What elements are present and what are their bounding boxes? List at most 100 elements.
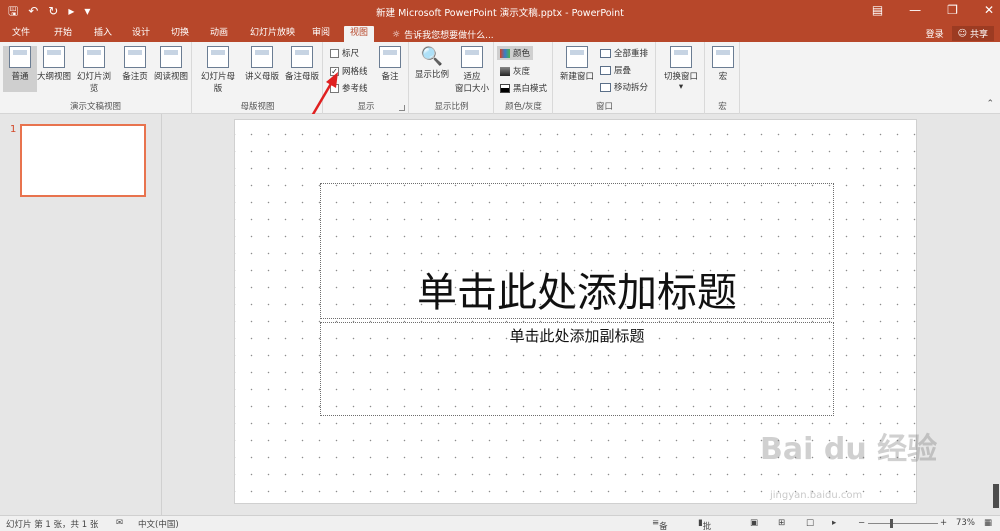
subtitle-placeholder[interactable]: 单击此处添加副标题 bbox=[320, 322, 834, 416]
normal-view-icon bbox=[9, 46, 31, 68]
checkbox-box bbox=[330, 48, 339, 58]
ruler-checkbox[interactable]: 标尺 bbox=[330, 47, 359, 59]
tab-slideshow[interactable]: 幻灯片放映 bbox=[244, 26, 301, 42]
bw-swatch-icon bbox=[500, 83, 510, 93]
zoom-level[interactable]: 73% bbox=[956, 518, 975, 528]
title-bar: 🖫 ↶ ↻ ▸ ▾ 新建 Microsoft PowerPoint 演示文稿.p… bbox=[0, 0, 1000, 24]
slide-master-button[interactable]: 幻灯片母版 bbox=[197, 46, 239, 94]
cascade-icon bbox=[600, 65, 611, 75]
group-label: 宏 bbox=[718, 102, 727, 112]
group-macros: 宏 宏 bbox=[706, 42, 740, 114]
share-button[interactable]: ☺ 共享 bbox=[951, 26, 994, 41]
comments-toggle[interactable]: ▮ 批注 bbox=[698, 518, 711, 531]
tab-home[interactable]: 开始 bbox=[48, 26, 78, 42]
login-link[interactable]: 登录 bbox=[926, 27, 944, 40]
slideshow-status-icon[interactable]: ▸ bbox=[832, 518, 836, 528]
normal-view-button[interactable]: 普通 bbox=[3, 46, 37, 92]
slide-thumbnail[interactable] bbox=[20, 124, 146, 197]
reading-view-button[interactable]: 阅读视图 bbox=[152, 46, 190, 82]
slide-sorter-status-icon[interactable]: ⊞ bbox=[778, 518, 785, 528]
tab-animations[interactable]: 动画 bbox=[204, 26, 234, 42]
tab-design[interactable]: 设计 bbox=[126, 26, 156, 42]
reading-view-status-icon[interactable]: □ bbox=[806, 518, 814, 528]
annotation-arrow-icon bbox=[310, 72, 338, 117]
zoom-slider[interactable] bbox=[868, 523, 938, 524]
share-label: 共享 bbox=[969, 30, 988, 40]
ribbon-tabs: 文件 开始 插入 设计 切换 动画 幻灯片放映 审阅 视图 ☼ 告诉我您想要做什… bbox=[0, 24, 1000, 42]
scrollbar-thumb[interactable] bbox=[993, 484, 999, 508]
window-title: 新建 Microsoft PowerPoint 演示文稿.pptx - Powe… bbox=[376, 8, 624, 19]
notes-icon bbox=[379, 46, 401, 68]
move-split-button[interactable]: 移动拆分 bbox=[600, 81, 648, 93]
tell-me-box[interactable]: ☼ 告诉我您想要做什么... bbox=[392, 28, 494, 42]
slide-master-icon bbox=[207, 46, 229, 68]
normal-view-status-icon[interactable]: ▣ bbox=[750, 518, 758, 528]
notes-page-button[interactable]: 备注页 bbox=[118, 46, 152, 82]
grayscale-button[interactable]: 灰度 bbox=[500, 65, 530, 77]
zoom-out-icon[interactable]: − bbox=[858, 518, 865, 528]
group-zoom: 🔍 显示比例 适应 窗口大小 显示比例 bbox=[410, 42, 494, 114]
restore-icon[interactable]: ❐ bbox=[947, 3, 958, 17]
color-swatch-icon bbox=[500, 48, 510, 58]
title-placeholder[interactable]: 单击此处添加标题 bbox=[320, 183, 834, 319]
group-label: 显示比例 bbox=[434, 102, 469, 112]
notes-toggle[interactable]: ≡ 备注 bbox=[652, 518, 668, 531]
minimize-icon[interactable]: — bbox=[909, 3, 921, 17]
tab-transitions[interactable]: 切换 bbox=[165, 26, 195, 42]
baidu-watermark-url: jingyan.baidu.com bbox=[770, 490, 863, 501]
zoom-slider-handle[interactable] bbox=[890, 519, 893, 528]
grayscale-swatch-icon bbox=[500, 66, 510, 76]
switch-windows-icon bbox=[670, 46, 692, 68]
notes-page-icon bbox=[124, 46, 146, 68]
zoom-button[interactable]: 🔍 显示比例 bbox=[413, 46, 451, 80]
macros-button[interactable]: 宏 bbox=[707, 46, 739, 82]
ribbon-display-icon[interactable]: ▤ bbox=[872, 3, 883, 17]
fit-slide-icon[interactable]: ▦ bbox=[984, 518, 992, 528]
reading-view-icon bbox=[160, 46, 182, 68]
tab-review[interactable]: 审阅 bbox=[306, 26, 336, 42]
collapse-ribbon-icon[interactable]: ⌃ bbox=[986, 99, 994, 109]
new-window-button[interactable]: 新建窗口 bbox=[557, 46, 597, 82]
vertical-scrollbar[interactable] bbox=[992, 114, 1000, 515]
slide-sorter-icon bbox=[83, 46, 105, 68]
tab-file[interactable]: 文件 bbox=[6, 26, 36, 42]
account-area: 登录 ☺ 共享 bbox=[926, 26, 994, 41]
group-switch-windows: 切换窗口 ▾ bbox=[657, 42, 705, 114]
outline-view-button[interactable]: 大纲视图 bbox=[37, 46, 71, 82]
baidu-watermark: Bai du 经验 bbox=[760, 432, 938, 467]
arrange-all-button[interactable]: 全部重排 bbox=[600, 47, 648, 59]
group-master-views: 幻灯片母版 讲义母版 备注母版 母版视图 bbox=[193, 42, 323, 114]
spell-check-icon[interactable]: ✉ bbox=[116, 518, 123, 528]
slide-info: 幻灯片 第 1 张，共 1 张 bbox=[6, 520, 99, 530]
macro-icon bbox=[712, 46, 734, 68]
language-indicator[interactable]: 中文(中国) bbox=[138, 518, 179, 530]
dialog-launcher-icon[interactable] bbox=[399, 105, 405, 111]
black-white-button[interactable]: 黑白模式 bbox=[500, 82, 547, 94]
zoom-in-icon[interactable]: + bbox=[940, 518, 947, 528]
group-color-grayscale: 颜色 灰度 黑白模式 颜色/灰度 bbox=[495, 42, 553, 114]
group-label: 窗口 bbox=[595, 102, 613, 112]
handout-master-button[interactable]: 讲义母版 bbox=[243, 46, 281, 82]
switch-windows-button[interactable]: 切换窗口 ▾ bbox=[660, 46, 702, 92]
notes-button[interactable]: 备注 bbox=[374, 46, 406, 82]
fit-window-icon bbox=[461, 46, 483, 68]
slide-sorter-button[interactable]: 幻灯片浏览 bbox=[74, 46, 114, 94]
handout-master-icon bbox=[251, 46, 273, 68]
slide-number: 1 bbox=[10, 124, 17, 135]
status-bar: 幻灯片 第 1 张，共 1 张 ✉ 中文(中国) ≡ 备注 ▮ 批注 ▣ ⊞ □… bbox=[0, 515, 1000, 531]
ribbon: 普通 大纲视图 幻灯片浏览 备注页 阅读视图 演示文稿视图 幻灯片母版 讲义母版 bbox=[0, 42, 1000, 114]
chevron-down-icon: ▾ bbox=[678, 82, 684, 92]
group-label: 颜色/灰度 bbox=[505, 102, 542, 112]
title-placeholder-text: 单击此处添加标题 bbox=[417, 270, 737, 316]
magnifier-icon: 🔍 bbox=[420, 46, 444, 67]
lightbulb-icon: ☼ bbox=[392, 29, 401, 40]
fit-to-window-button[interactable]: 适应 窗口大小 bbox=[452, 46, 492, 94]
arrange-all-icon bbox=[600, 48, 611, 58]
cascade-button[interactable]: 层叠 bbox=[600, 64, 631, 76]
subtitle-placeholder-text: 单击此处添加副标题 bbox=[509, 327, 645, 345]
color-button[interactable]: 颜色 bbox=[497, 46, 534, 60]
tab-insert[interactable]: 插入 bbox=[88, 26, 118, 42]
slide-thumbnail-pane: 1 bbox=[0, 114, 162, 515]
tab-view[interactable]: 视图 bbox=[344, 26, 375, 42]
close-icon[interactable]: ✕ bbox=[984, 3, 994, 17]
